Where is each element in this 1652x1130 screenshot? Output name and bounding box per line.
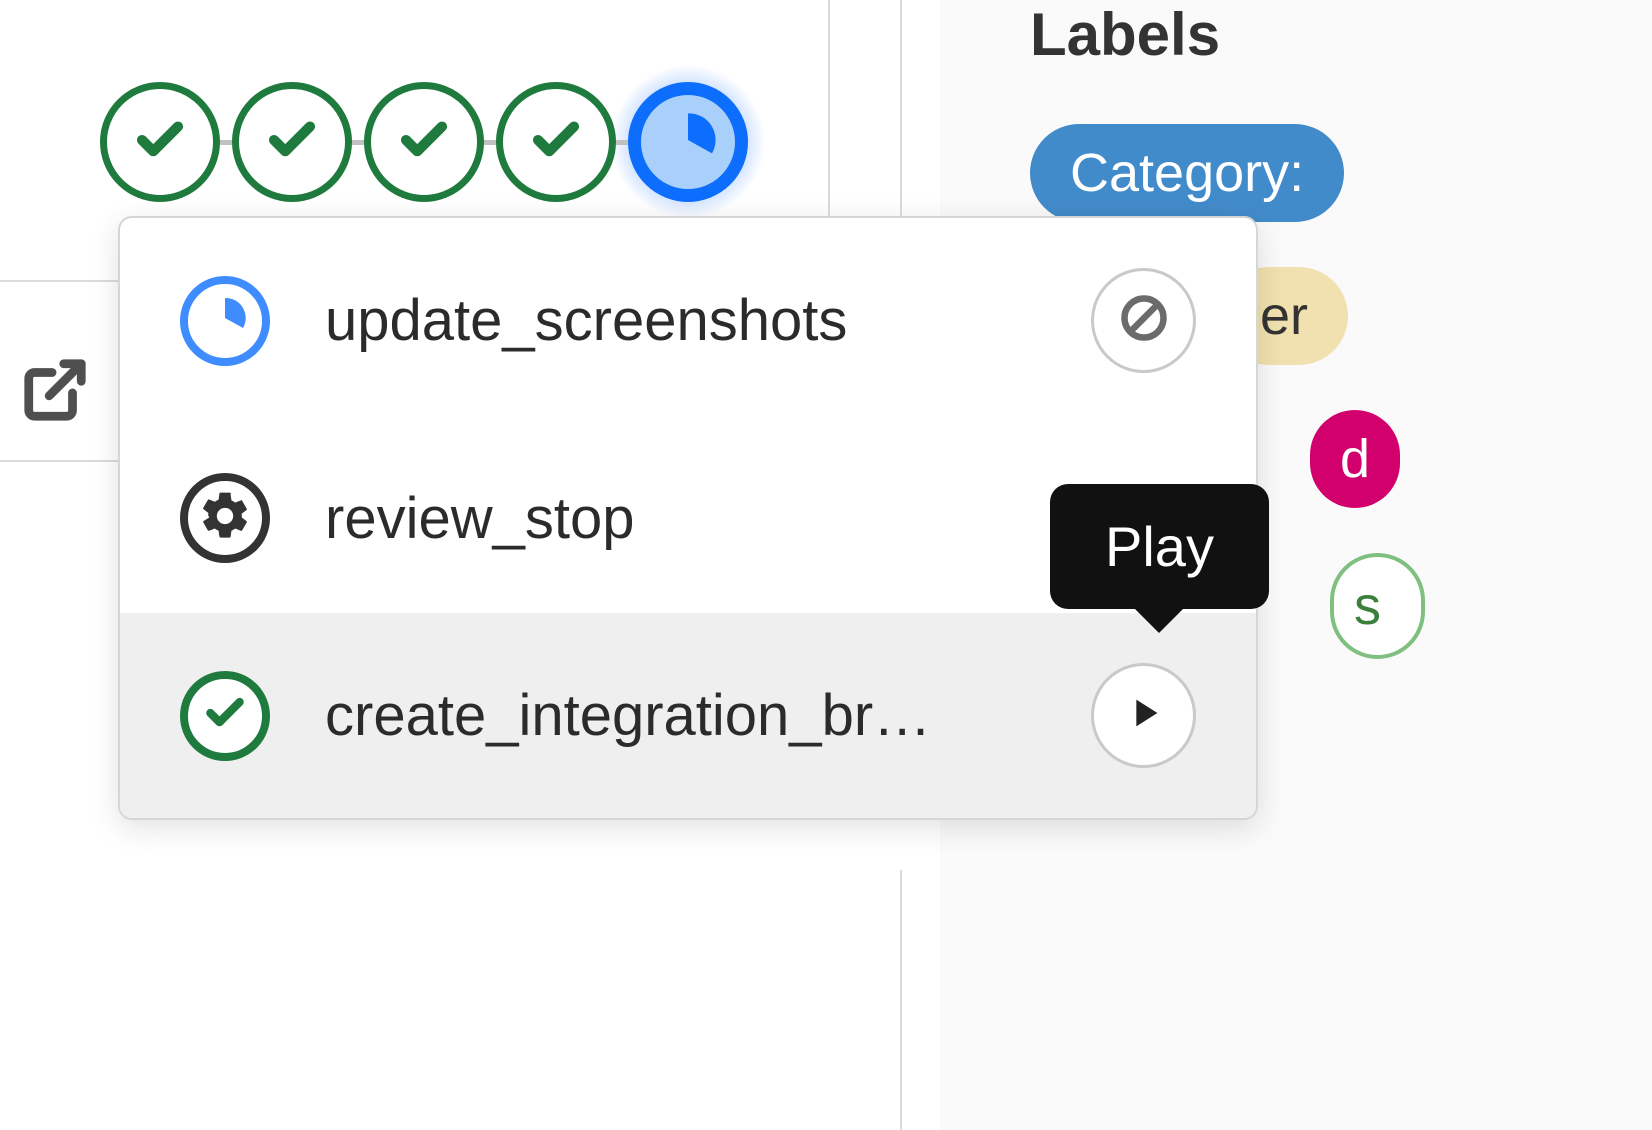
stage-connector (220, 140, 232, 145)
job-name: review_stop (325, 485, 1176, 552)
status-manual (180, 473, 270, 563)
check-icon (265, 113, 319, 172)
check-icon (529, 113, 583, 172)
check-icon (133, 113, 187, 172)
job-item[interactable]: update_screenshots (120, 218, 1256, 423)
tooltip-text: Play (1105, 515, 1214, 578)
divider (900, 0, 902, 230)
pipeline-stage-row (100, 82, 748, 202)
job-name: create_integration_br… (325, 682, 1071, 749)
job-name: update_screenshots (325, 287, 1071, 354)
status-running (180, 276, 270, 366)
cancel-icon (1118, 292, 1170, 349)
divider (0, 460, 120, 462)
divider (0, 280, 120, 282)
job-item[interactable]: create_integration_br… (120, 613, 1256, 818)
pipeline-stage-running[interactable] (628, 82, 748, 202)
pipeline-stage-success[interactable] (232, 82, 352, 202)
divider (828, 0, 830, 230)
stage-connector (616, 140, 628, 145)
pipeline-stage-success[interactable] (496, 82, 616, 202)
running-icon (656, 108, 720, 177)
tooltip: Play (1050, 484, 1269, 609)
running-icon (201, 294, 249, 347)
pipeline-stage-success[interactable] (100, 82, 220, 202)
label-chip[interactable]: Category: (1030, 124, 1344, 222)
cancel-job-button[interactable] (1091, 268, 1196, 373)
label-chip[interactable]: d (1310, 410, 1400, 508)
play-icon (1121, 690, 1167, 741)
external-link-icon[interactable] (0, 355, 90, 445)
divider (900, 870, 902, 1130)
pipeline-stage-success[interactable] (364, 82, 484, 202)
check-icon (203, 691, 247, 740)
labels-title: Labels (1030, 0, 1652, 69)
check-icon (397, 113, 451, 172)
gear-icon (197, 488, 253, 549)
play-job-button[interactable] (1091, 663, 1196, 768)
label-chip[interactable]: s (1330, 553, 1425, 659)
stage-connector (352, 140, 364, 145)
status-success (180, 671, 270, 761)
stage-connector (484, 140, 496, 145)
